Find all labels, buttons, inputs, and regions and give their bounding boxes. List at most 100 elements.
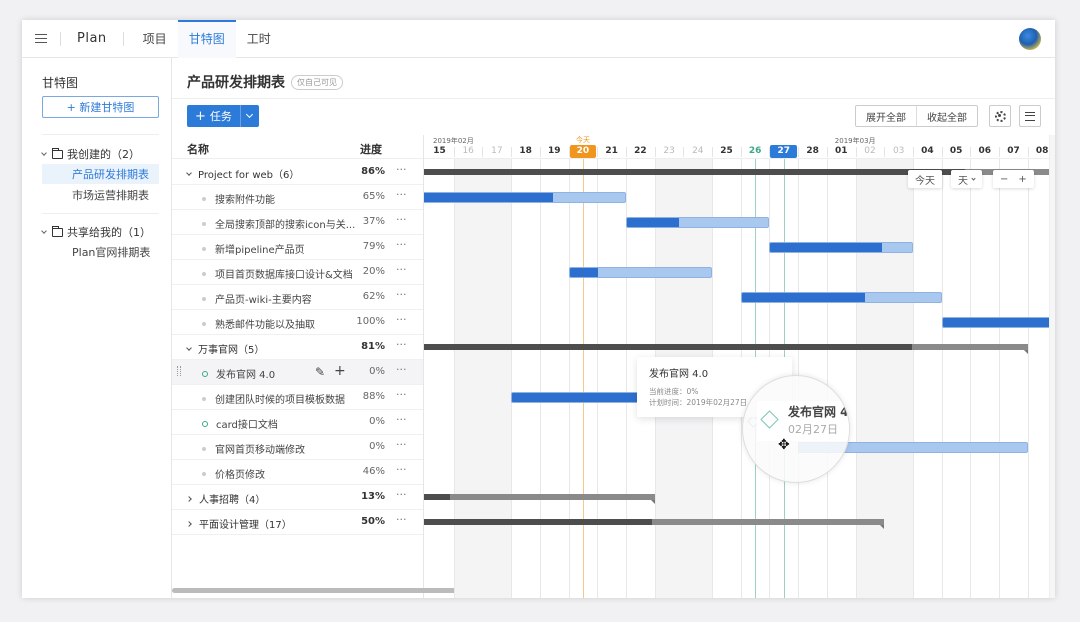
day-label[interactable]: 25	[712, 146, 741, 156]
tab-worktime[interactable]: 工时	[236, 20, 282, 58]
scale-select[interactable]: 天	[951, 170, 982, 188]
day-label[interactable]: 03	[884, 146, 913, 156]
summary-bar[interactable]	[424, 493, 655, 504]
sidebar-item-marketing-schedule[interactable]: 市场运营排期表	[42, 185, 159, 205]
new-gantt-button[interactable]: + 新建甘特图	[42, 96, 159, 118]
more-options-icon[interactable]: ···	[396, 263, 407, 276]
expand-all-button[interactable]: 展开全部	[856, 106, 916, 126]
add-task-dropdown[interactable]	[241, 105, 259, 127]
magnifier-lens: 发布官网 4.0 02月27日	[742, 375, 850, 483]
more-options-icon[interactable]: ···	[396, 513, 407, 526]
user-avatar[interactable]	[1019, 28, 1041, 50]
sidebar-item-product-schedule[interactable]: 产品研发排期表	[42, 164, 159, 184]
day-label[interactable]: 05	[942, 146, 971, 156]
more-options-icon[interactable]: ···	[396, 163, 407, 176]
brand-logo[interactable]: Plan	[61, 31, 123, 46]
day-label[interactable]: 04	[913, 146, 942, 156]
day-label[interactable]: 24	[683, 146, 712, 156]
vertical-scrollbar[interactable]	[1049, 135, 1055, 598]
view-options-button[interactable]	[1019, 105, 1041, 127]
day-label[interactable]: 08	[1028, 146, 1049, 156]
table-row[interactable]: 全局搜索顶部的搜索icon与关... 37% ···	[172, 210, 423, 235]
table-row[interactable]: card接口文档 0% ···	[172, 410, 423, 435]
table-row[interactable]: 价格页修改 46% ···	[172, 460, 423, 485]
task-bar[interactable]	[424, 191, 626, 203]
sidebar-item-plan-site-schedule[interactable]: Plan官网排期表	[42, 242, 159, 262]
group-row[interactable]: 万事官网（5） 81% ···	[172, 335, 423, 360]
table-row[interactable]: 搜索附件功能 65% ···	[172, 185, 423, 210]
add-subtask-icon[interactable]: +	[334, 363, 346, 379]
settings-button[interactable]	[989, 105, 1011, 127]
more-options-icon[interactable]: ···	[396, 413, 407, 426]
table-row[interactable]: 官网首页移动端修改 0% ···	[172, 435, 423, 460]
day-label[interactable]: 21	[597, 146, 626, 156]
day-label[interactable]: 19	[540, 146, 569, 156]
day-label[interactable]: 20	[569, 145, 597, 158]
chevron-down-icon[interactable]	[186, 169, 192, 176]
more-options-icon[interactable]: ···	[396, 363, 407, 376]
day-label[interactable]: 26	[741, 146, 770, 156]
today-button[interactable]: 今天	[908, 170, 942, 188]
group-row[interactable]: 人事招聘（4） 13% ···	[172, 485, 423, 510]
more-options-icon[interactable]: ···	[396, 438, 407, 451]
tab-gantt[interactable]: 甘特图	[177, 20, 236, 58]
more-options-icon[interactable]: ···	[396, 463, 407, 476]
day-label[interactable]: 16	[454, 146, 483, 156]
more-options-icon[interactable]: ···	[396, 313, 407, 326]
more-options-icon[interactable]: ···	[396, 338, 407, 351]
day-label[interactable]: 07	[999, 146, 1028, 156]
group-label: 共享给我的（1）	[67, 226, 151, 239]
drag-handle-icon[interactable]	[177, 366, 181, 376]
table-row[interactable]: 发布官网 4.0 ✎ +0% ···	[172, 360, 423, 385]
more-options-icon[interactable]: ···	[396, 288, 407, 301]
group-row[interactable]: Project for web（6） 86% ···	[172, 160, 423, 185]
hamburger-menu-icon[interactable]	[22, 20, 60, 58]
table-row[interactable]: 产品页-wiki-主要内容 62% ···	[172, 285, 423, 310]
grid-line	[912, 159, 914, 598]
summary-bar-progress	[424, 493, 450, 500]
day-label[interactable]: 17	[482, 146, 511, 156]
more-options-icon[interactable]: ···	[396, 388, 407, 401]
zoom-in-button[interactable]: +	[1018, 174, 1026, 185]
task-bar[interactable]	[941, 316, 1049, 328]
day-label[interactable]: 15	[425, 146, 454, 156]
horizontal-scrollbar[interactable]	[172, 588, 457, 593]
column-header-progress[interactable]: 进度	[360, 141, 382, 157]
collapse-all-button[interactable]: 收起全部	[916, 106, 977, 126]
zoom-out-button[interactable]: −	[1000, 174, 1008, 185]
day-label[interactable]: 27	[770, 145, 798, 158]
chevron-right-icon[interactable]	[186, 520, 192, 527]
task-bar-progress	[942, 317, 1049, 327]
task-bar[interactable]	[568, 266, 712, 278]
day-separator	[597, 147, 599, 157]
add-task-button[interactable]: + 任务	[187, 105, 241, 127]
table-row[interactable]: 项目首页数据库接口设计&文档 20% ···	[172, 260, 423, 285]
sidebar-group-shared[interactable]: 共享给我的（1）	[42, 224, 151, 240]
day-label[interactable]: 23	[655, 146, 684, 156]
edit-icon[interactable]: ✎	[315, 365, 325, 379]
summary-bar[interactable]	[424, 343, 1029, 354]
sidebar-group-created[interactable]: 我创建的（2）	[42, 146, 140, 162]
table-row[interactable]: 创建团队时候的项目模板数据 88% ···	[172, 385, 423, 410]
chevron-right-icon[interactable]	[186, 495, 192, 502]
day-label[interactable]: 28	[798, 146, 827, 156]
day-label[interactable]: 18	[511, 146, 540, 156]
day-label[interactable]: 02	[856, 146, 885, 156]
more-options-icon[interactable]: ···	[396, 488, 407, 501]
task-bar[interactable]	[625, 216, 770, 228]
task-bar[interactable]	[769, 241, 913, 253]
day-label[interactable]: 01	[827, 146, 856, 156]
more-options-icon[interactable]: ···	[396, 213, 407, 226]
more-options-icon[interactable]: ···	[396, 238, 407, 251]
table-row[interactable]: 熟悉邮件功能以及抽取 100% ···	[172, 310, 423, 335]
table-row[interactable]: 新增pipeline产品页 79% ···	[172, 235, 423, 260]
day-label[interactable]: 22	[626, 146, 655, 156]
tab-projects[interactable]: 项目	[132, 20, 178, 58]
day-label[interactable]: 06	[970, 146, 999, 156]
summary-bar[interactable]	[424, 518, 885, 529]
more-options-icon[interactable]: ···	[396, 188, 407, 201]
column-header-name[interactable]: 名称	[187, 141, 209, 157]
task-bar[interactable]	[740, 291, 942, 303]
chevron-down-icon[interactable]	[186, 344, 192, 351]
group-row[interactable]: 平面设计管理（17） 50% ···	[172, 510, 423, 535]
